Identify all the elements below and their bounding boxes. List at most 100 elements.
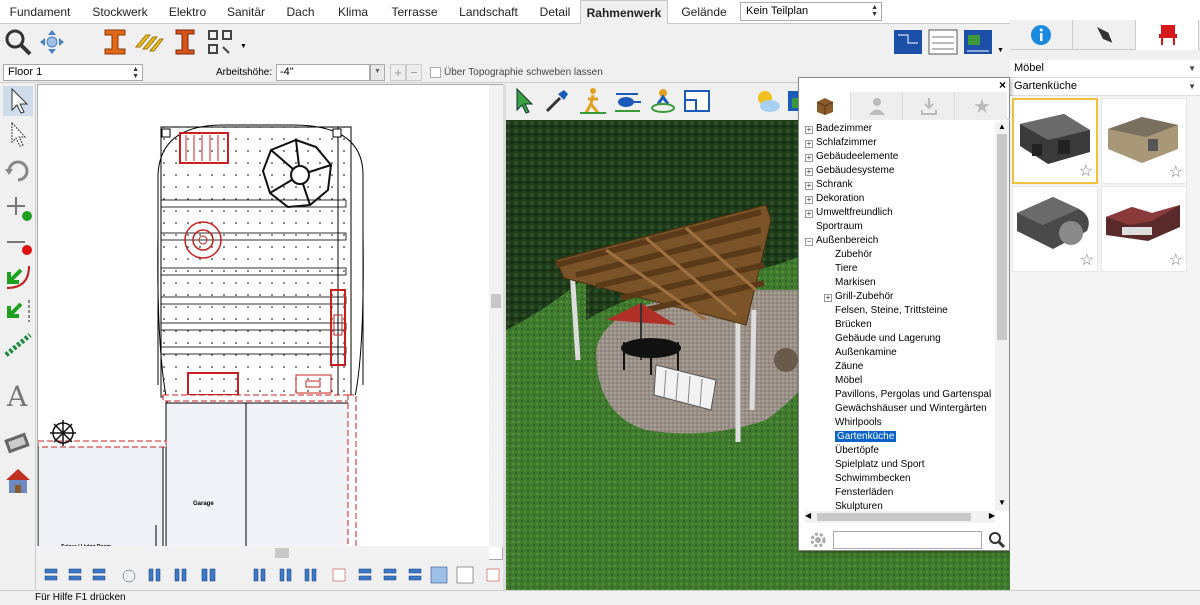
thumb-outdoor-kitchen-4[interactable]: ☆ <box>1101 186 1187 272</box>
tree-item[interactable]: + Schrank <box>805 178 853 192</box>
tree-item[interactable]: + Umweltfreundlich <box>805 206 893 220</box>
sun-weather-icon[interactable] <box>752 86 782 116</box>
tab-terrasse[interactable]: Terrasse <box>382 0 447 24</box>
thumb-outdoor-kitchen-3[interactable]: ☆ <box>1012 186 1098 272</box>
arbeitshoehe-dropdown[interactable]: ▼ <box>370 64 385 81</box>
category-select[interactable]: Möbel ▼ <box>1010 60 1200 78</box>
join-arrow-icon[interactable] <box>3 296 33 326</box>
tree-item[interactable]: Möbel <box>835 374 862 388</box>
tab-info[interactable] <box>1010 20 1073 50</box>
tree-item[interactable]: Gewächshäuser und Wintergärten <box>835 402 987 416</box>
framing-tools-icon[interactable] <box>205 27 235 57</box>
tab-pen[interactable] <box>1073 20 1136 50</box>
scroll-thumb[interactable] <box>997 134 1007 340</box>
expand-icon[interactable]: + <box>805 182 813 190</box>
subcategory-select[interactable]: Gartenküche ▼ <box>1010 78 1200 96</box>
tree-item[interactable]: Sportraum <box>816 220 863 234</box>
tab-favorites[interactable]: ★ <box>955 92 1007 120</box>
tab-gelände[interactable]: Gelände <box>668 0 740 24</box>
walk-icon[interactable] <box>578 86 608 116</box>
plus-icon[interactable]: + <box>390 64 406 81</box>
steel-beam-icon[interactable] <box>100 27 130 57</box>
close-icon[interactable]: × <box>999 78 1006 92</box>
topo-checkbox[interactable] <box>430 67 441 78</box>
chevron-down-icon[interactable]: ▼ <box>997 47 1004 54</box>
plan-horizontal-scrollbar[interactable] <box>37 546 489 560</box>
tab-download[interactable] <box>903 92 955 120</box>
tree-item[interactable]: + Gebäudesysteme <box>805 164 894 178</box>
joists-icon[interactable] <box>134 27 164 57</box>
tree-item[interactable]: + Gebäudeelemente <box>805 150 898 164</box>
floor-select[interactable]: Floor 1 ▲ ▼ <box>3 64 143 81</box>
teilplan-select[interactable]: Kein Teilplan ▲ ▼ <box>740 2 882 21</box>
expand-icon[interactable]: + <box>805 154 813 162</box>
tab-dach[interactable]: Dach <box>277 0 324 24</box>
star-icon[interactable]: ☆ <box>1080 250 1094 270</box>
tree-item[interactable]: Brücken <box>835 318 872 332</box>
expand-icon[interactable]: + <box>805 140 813 148</box>
post-icon[interactable] <box>170 27 200 57</box>
tab-library[interactable] <box>799 92 851 120</box>
tree-item[interactable]: Whirlpools <box>835 416 882 430</box>
tree-item[interactable]: Zäune <box>835 360 863 374</box>
rotate-icon[interactable] <box>3 156 33 186</box>
expand-icon[interactable]: + <box>805 168 813 176</box>
tree-item[interactable]: Gebäude und Lagerung <box>835 332 941 346</box>
tree-item[interactable]: Felsen, Steine, Trittsteine <box>835 304 948 318</box>
star-icon[interactable]: ☆ <box>1079 161 1093 181</box>
expand-icon[interactable]: + <box>805 210 813 218</box>
scroll-thumb[interactable] <box>817 513 971 521</box>
gear-icon[interactable] <box>809 531 827 549</box>
elevation-view-icon[interactable] <box>928 27 958 57</box>
eyedropper-icon[interactable] <box>542 86 572 116</box>
select-3d-icon[interactable] <box>510 86 540 116</box>
chevron-down-icon[interactable]: ▼ <box>998 498 1006 507</box>
arc-arrow-icon[interactable] <box>3 262 33 292</box>
tree-item[interactable]: − Außenbereich <box>805 234 878 248</box>
orbit-icon[interactable] <box>648 86 678 116</box>
tree-item[interactable]: Gartenküche <box>835 430 897 444</box>
tab-stockwerk[interactable]: Stockwerk <box>80 0 160 24</box>
tab-landschaft[interactable]: Landschaft <box>447 0 530 24</box>
star-icon[interactable]: ☆ <box>1169 162 1183 182</box>
tree-item[interactable]: + Grill-Zubehör <box>824 290 893 304</box>
align-tools-icon[interactable] <box>37 561 503 590</box>
library-search-input[interactable] <box>833 531 982 549</box>
tab-rahmenwerk[interactable]: Rahmenwerk <box>580 0 668 24</box>
tree-horizontal-scrollbar[interactable]: ◀ ▶ <box>805 511 995 523</box>
film-camera-icon[interactable] <box>3 428 33 458</box>
scroll-thumb[interactable] <box>491 294 501 308</box>
tree-item[interactable]: Außenkamine <box>835 346 897 360</box>
tree-item[interactable]: Fensterläden <box>835 486 893 500</box>
tab-elektro[interactable]: Elektro <box>160 0 215 24</box>
house-icon[interactable] <box>3 466 33 496</box>
tab-user-catalog[interactable] <box>851 92 903 120</box>
chevron-down-icon[interactable]: ▼ <box>240 43 247 50</box>
star-icon[interactable]: ☆ <box>1169 250 1183 270</box>
select-multiple-icon[interactable] <box>3 120 33 150</box>
chevron-right-icon[interactable]: ▶ <box>989 511 995 520</box>
tree-item[interactable]: Tiere <box>835 262 857 276</box>
arbeitshoehe-input[interactable]: -4" <box>276 64 370 81</box>
plan-camera-icon[interactable] <box>682 86 712 116</box>
tab-klima[interactable]: Klima <box>324 0 382 24</box>
plan-view[interactable]: Garage Seiour / Living Room <box>37 84 503 560</box>
select-arrow-icon[interactable] <box>3 86 33 116</box>
thumb-outdoor-kitchen-2[interactable]: ☆ <box>1101 98 1187 184</box>
tree-item[interactable]: Übertöpfe <box>835 444 879 458</box>
chevron-up-icon[interactable]: ▲ <box>998 122 1006 131</box>
collapse-icon[interactable]: − <box>805 238 813 246</box>
pan-icon[interactable] <box>37 27 67 57</box>
search-icon[interactable] <box>988 531 1006 549</box>
tree-item[interactable]: + Badezimmer <box>805 122 872 136</box>
remove-point-icon[interactable] <box>3 228 33 258</box>
thumb-outdoor-kitchen-1[interactable]: ☆ <box>1012 98 1098 184</box>
add-point-icon[interactable] <box>3 192 33 222</box>
tab-furniture[interactable] <box>1136 20 1199 50</box>
tab-detail[interactable]: Detail <box>530 0 580 24</box>
3d-view-icon[interactable] <box>963 27 993 57</box>
plan-vertical-scrollbar[interactable] <box>489 85 503 547</box>
tree-item[interactable]: + Schlafzimmer <box>805 136 877 150</box>
zoom-icon[interactable] <box>3 27 33 57</box>
break-line-icon[interactable] <box>3 330 33 360</box>
